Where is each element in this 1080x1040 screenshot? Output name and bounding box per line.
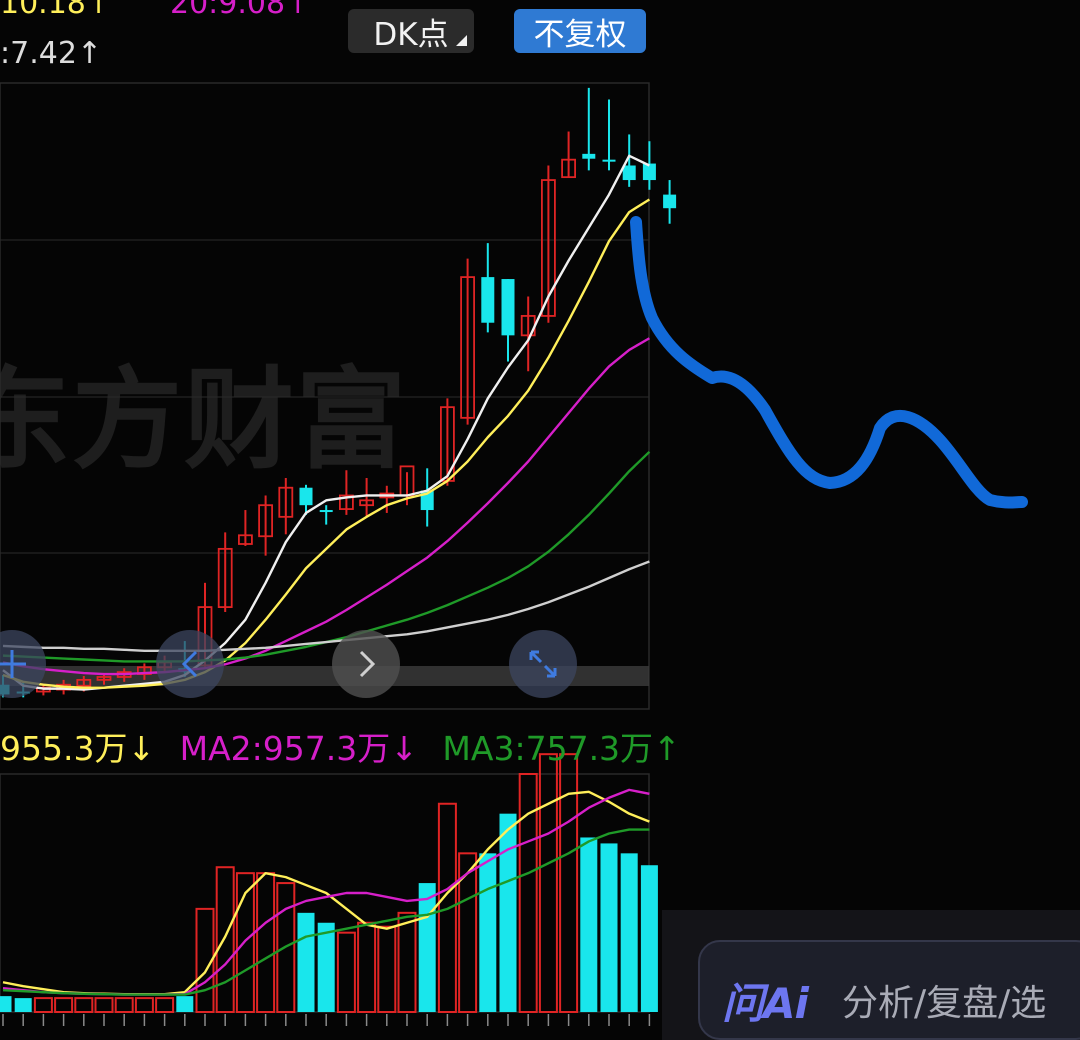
candle (663, 180, 677, 224)
candle (501, 279, 515, 362)
candle (460, 258, 476, 425)
kline-chart[interactable] (0, 0, 1080, 1027)
candle (338, 470, 354, 515)
candle (258, 495, 274, 556)
candle (319, 505, 333, 525)
candle (420, 468, 434, 527)
volume-bar (580, 837, 598, 1012)
candle-body (642, 163, 656, 181)
candle (237, 510, 253, 546)
scroll-left-button[interactable] (156, 630, 224, 698)
volume-bars (0, 753, 658, 1014)
volume-ma3: MA3:757.3万↑ (442, 729, 681, 768)
volume-bar (74, 997, 94, 1013)
volume-bar (418, 883, 436, 1012)
chevron-left-icon (181, 650, 198, 678)
candle-body (602, 159, 616, 162)
ai-logo: 问Ai (722, 979, 809, 1028)
candle (602, 99, 616, 171)
volume-bar (176, 996, 194, 1012)
candle-body (501, 279, 515, 336)
candle-body (481, 277, 495, 323)
volume-bar (94, 997, 114, 1013)
volume-bar (479, 853, 497, 1012)
candle (217, 532, 233, 612)
volume-bar (600, 843, 618, 1012)
volume-ma-legend: 955.3万↓ MA2:957.3万↓ MA3:757.3万↑ (0, 722, 695, 770)
candle-body (622, 165, 636, 181)
volume-bar (155, 997, 175, 1013)
crosshair-icon (0, 650, 26, 678)
candle-body (299, 487, 313, 506)
scroll-right-button[interactable] (332, 630, 400, 698)
volume-bar (620, 853, 638, 1012)
candle (481, 243, 495, 333)
volume-ma2: MA2:957.3万↓ (179, 729, 418, 768)
volume-bar (256, 872, 276, 1014)
candle (278, 478, 294, 535)
volume-ma1: 955.3万↓ (0, 729, 156, 768)
chart-grid (0, 82, 651, 1026)
volume-bar (317, 922, 335, 1012)
volume-bar (357, 921, 377, 1013)
candle-body (663, 194, 677, 209)
volume-bar (640, 865, 658, 1012)
candles (0, 87, 677, 698)
fullscreen-button[interactable] (509, 630, 577, 698)
volume-bar (377, 925, 397, 1014)
volume-bar (499, 813, 517, 1012)
price-panel-frame (0, 82, 650, 710)
expand-icon (529, 650, 557, 678)
volume-bar (33, 997, 53, 1013)
price-ma-line-0 (2, 154, 650, 691)
candle (359, 478, 375, 517)
ma-lines (2, 154, 651, 691)
volume-bar (397, 911, 417, 1013)
ai-hint: 分析/复盘/选 (842, 983, 1047, 1024)
price-ma-line-1 (2, 198, 651, 689)
candle (622, 134, 636, 187)
candle (582, 87, 596, 171)
candle (520, 296, 536, 372)
volume-bar (297, 912, 315, 1012)
volume-bar (114, 997, 134, 1013)
chevron-right-icon (359, 650, 376, 678)
volume-bar (0, 996, 12, 1012)
volume-bar (215, 866, 235, 1014)
candle-body (582, 153, 596, 159)
candle (561, 131, 576, 179)
volume-bar (54, 997, 74, 1013)
candle (439, 398, 455, 486)
volume-bar (336, 931, 356, 1014)
volume-bar (134, 997, 154, 1013)
volume-bar (14, 998, 32, 1012)
candle-body (319, 510, 333, 513)
price-ma-line-3 (2, 450, 651, 663)
forecast-annotation (630, 216, 1028, 509)
volume-bar (538, 753, 558, 1014)
